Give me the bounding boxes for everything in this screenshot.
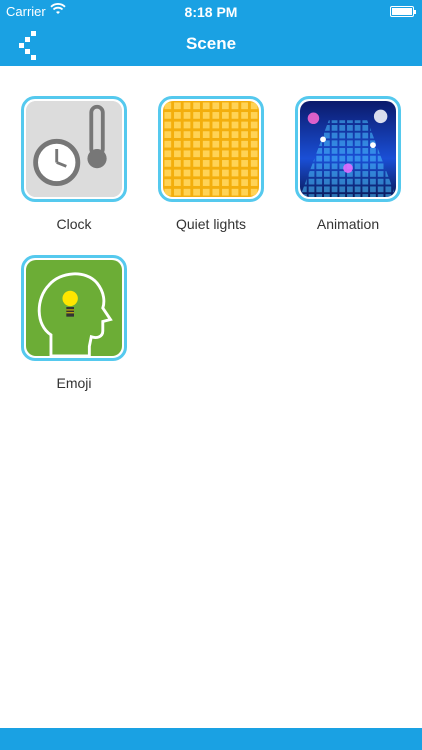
clock-tile-frame: [21, 96, 127, 202]
disco-floor-icon: [300, 101, 396, 197]
bottom-bar: [0, 728, 422, 750]
status-bar: Carrier 8:18 PM: [0, 0, 422, 22]
scene-label-animation: Animation: [316, 216, 380, 232]
grid-lights-icon: [163, 101, 259, 197]
status-time: 8:18 PM: [184, 4, 238, 20]
scene-tile-clock[interactable]: Clock: [20, 96, 128, 232]
page-title: Scene: [185, 34, 237, 53]
battery-icon: [390, 6, 416, 17]
scene-tile-animation[interactable]: Animation: [294, 96, 402, 232]
quiet-lights-tile-frame: [158, 96, 264, 202]
scene-label-clock: Clock: [56, 216, 92, 232]
clock-thermometer-icon: [26, 101, 122, 197]
scene-label-quiet-lights: Quiet lights: [175, 216, 247, 232]
scene-tile-emoji[interactable]: Emoji: [20, 255, 128, 391]
scene-tile-quiet-lights[interactable]: Quiet lights: [157, 96, 265, 232]
head-lightbulb-icon: [26, 260, 122, 358]
scene-label-emoji: Emoji: [56, 375, 92, 391]
header: Carrier 8:18 PM Scene: [0, 0, 422, 66]
emoji-tile-frame: [21, 255, 127, 361]
animation-tile-frame: [295, 96, 401, 202]
